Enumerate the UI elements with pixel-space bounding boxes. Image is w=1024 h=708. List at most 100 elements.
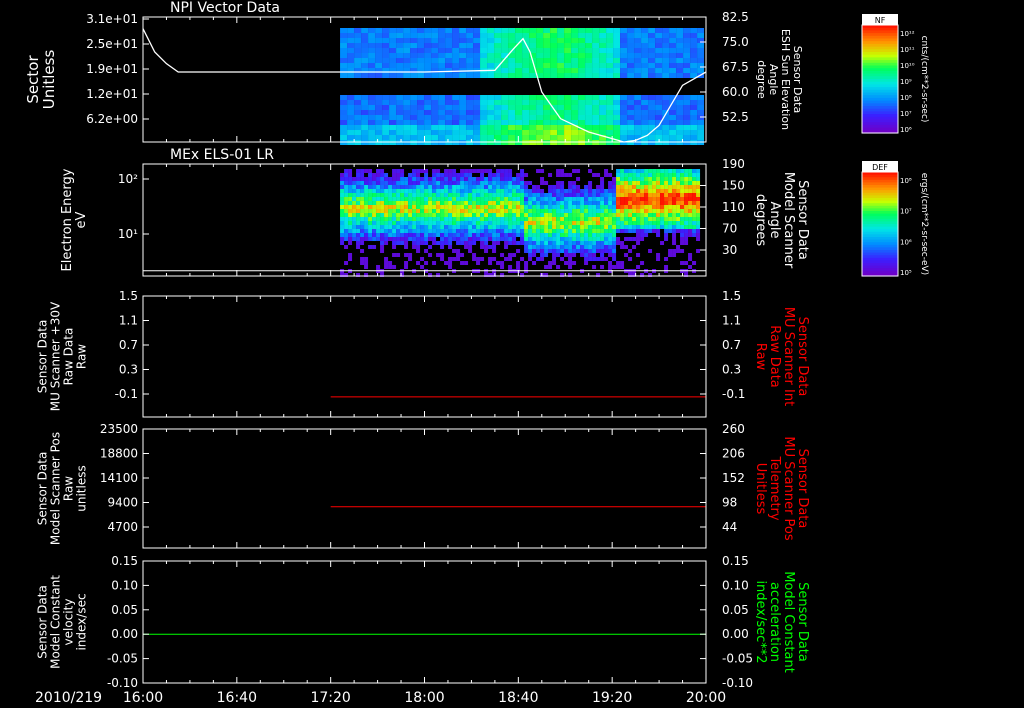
heatmap-cell bbox=[641, 100, 649, 105]
heatmap-cell bbox=[388, 229, 393, 233]
heatmap-cell bbox=[672, 185, 677, 189]
heatmap-cell bbox=[516, 221, 521, 225]
heatmap-cell bbox=[444, 201, 449, 205]
heatmap-cell bbox=[556, 217, 561, 221]
heatmap-cell bbox=[452, 197, 457, 201]
heatmap-cell bbox=[648, 33, 656, 38]
heatmap-cell bbox=[372, 185, 377, 189]
heatmap-cell bbox=[600, 253, 605, 257]
panel-title: MEx ELS-01 LR bbox=[170, 147, 274, 163]
heatmap-cell bbox=[488, 197, 493, 201]
heatmap-cell bbox=[624, 189, 629, 193]
heatmap-cell bbox=[522, 33, 530, 38]
heatmap-cell bbox=[487, 38, 495, 43]
heatmap-cell bbox=[550, 53, 558, 58]
heatmap-cell bbox=[696, 233, 701, 237]
heatmap-cell bbox=[360, 185, 365, 189]
heatmap-cell bbox=[560, 173, 565, 177]
heatmap-cell bbox=[680, 201, 685, 205]
heatmap-cell bbox=[384, 213, 389, 217]
heatmap-cell bbox=[520, 213, 525, 217]
heatmap-cell bbox=[356, 225, 361, 229]
heatmap-cell bbox=[500, 209, 505, 213]
heatmap-cell bbox=[543, 115, 551, 120]
heatmap-cell bbox=[669, 115, 677, 120]
heatmap-cell bbox=[608, 213, 613, 217]
heatmap-cell bbox=[669, 125, 677, 130]
heatmap-cell bbox=[460, 173, 465, 177]
heatmap-cell bbox=[580, 213, 585, 217]
heatmap-cell bbox=[344, 209, 349, 213]
heatmap-cell bbox=[604, 245, 609, 249]
heatmap-cell bbox=[524, 209, 529, 213]
heatmap-cell bbox=[408, 229, 413, 233]
heatmap-cell bbox=[612, 221, 617, 225]
heatmap-cell bbox=[672, 249, 677, 253]
heatmap-cell bbox=[544, 253, 549, 257]
heatmap-cell bbox=[376, 205, 381, 209]
heatmap-cell bbox=[452, 225, 457, 229]
heatmap-cell bbox=[648, 135, 656, 140]
heatmap-cell bbox=[524, 225, 529, 229]
heatmap-cell bbox=[690, 38, 698, 43]
heatmap-cell bbox=[368, 115, 376, 120]
heatmap-cell bbox=[524, 261, 529, 265]
heatmap-cell bbox=[389, 33, 397, 38]
heatmap-cell bbox=[410, 43, 418, 48]
heatmap-cell bbox=[584, 249, 589, 253]
heatmap-cell bbox=[417, 125, 425, 130]
heatmap-cell bbox=[644, 225, 649, 229]
heatmap-cell bbox=[648, 249, 653, 253]
heatmap-cell bbox=[592, 68, 600, 73]
heatmap-cell bbox=[431, 135, 439, 140]
heatmap-cell bbox=[480, 48, 488, 53]
heatmap-cell bbox=[697, 105, 705, 110]
heatmap-cell bbox=[606, 63, 614, 68]
right-axis-title-line: Raw Data bbox=[767, 325, 782, 388]
heatmap-cell bbox=[456, 237, 461, 241]
left-y-tick-label: -0.05 bbox=[107, 652, 138, 666]
heatmap-cell bbox=[536, 110, 544, 115]
heatmap-cell bbox=[404, 245, 409, 249]
heatmap-cell bbox=[676, 225, 681, 229]
heatmap-cell bbox=[669, 53, 677, 58]
heatmap-cell bbox=[515, 53, 523, 58]
heatmap-cell bbox=[515, 105, 523, 110]
heatmap-cell bbox=[608, 233, 613, 237]
left-y-tick-label: 1.9e+01 bbox=[86, 62, 138, 76]
heatmap-cell bbox=[640, 193, 645, 197]
heatmap-cell bbox=[384, 173, 389, 177]
heatmap-cell bbox=[576, 185, 581, 189]
heatmap-cell bbox=[500, 193, 505, 197]
heatmap-cell bbox=[696, 181, 701, 185]
heatmap-cell bbox=[408, 201, 413, 205]
heatmap-cell bbox=[444, 209, 449, 213]
heatmap-cell bbox=[613, 100, 621, 105]
heatmap-cell bbox=[508, 185, 513, 189]
heatmap-cell bbox=[460, 233, 465, 237]
heatmap-cell bbox=[576, 217, 581, 221]
heatmap-cell bbox=[392, 241, 397, 245]
heatmap-cell bbox=[488, 209, 493, 213]
heatmap-cell bbox=[361, 48, 369, 53]
heatmap-cell bbox=[488, 201, 493, 205]
right-axis-title: Sensor DataModel ScannerAngledegrees bbox=[753, 172, 810, 269]
heatmap-cell bbox=[424, 110, 432, 115]
heatmap-cell bbox=[484, 213, 489, 217]
heatmap-cell bbox=[403, 95, 411, 100]
heatmap-cell bbox=[543, 53, 551, 58]
heatmap-cell bbox=[428, 185, 433, 189]
heatmap-cell bbox=[384, 257, 389, 261]
heatmap-cell bbox=[368, 217, 373, 221]
heatmap-cell bbox=[356, 217, 361, 221]
heatmap-cell bbox=[460, 217, 465, 221]
heatmap-cell bbox=[632, 225, 637, 229]
heatmap-cell bbox=[380, 241, 385, 245]
heatmap-cell bbox=[528, 209, 533, 213]
heatmap-cell bbox=[340, 233, 345, 237]
heatmap-cell bbox=[488, 177, 493, 181]
heatmap-cell bbox=[641, 38, 649, 43]
heatmap-cell bbox=[688, 225, 693, 229]
heatmap-cell bbox=[540, 245, 545, 249]
heatmap-cell bbox=[420, 257, 425, 261]
